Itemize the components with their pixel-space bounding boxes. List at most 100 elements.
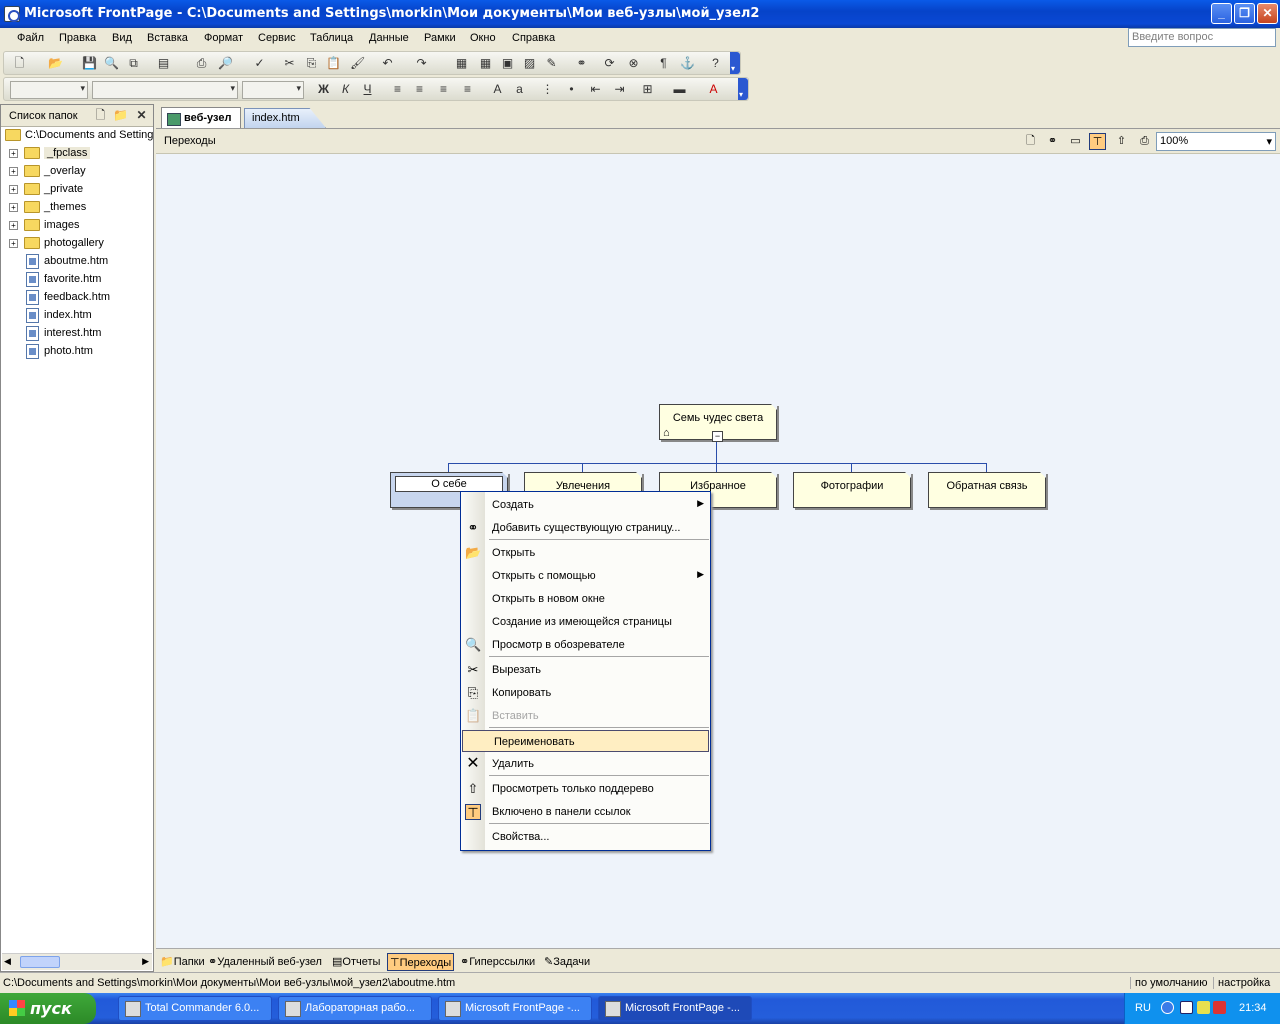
tree-item-photogallery[interactable]: + photogallery	[3, 235, 153, 253]
scroll-left-icon[interactable]: ◀	[4, 956, 11, 967]
nav-node-label[interactable]: О себе	[395, 476, 503, 492]
minimize-button[interactable]: _	[1211, 3, 1232, 24]
tray-antivirus-icon[interactable]	[1213, 1001, 1226, 1014]
tree-item-private[interactable]: + _private	[3, 181, 153, 199]
bold-icon[interactable]: Ж	[316, 82, 331, 97]
link-bar-icon[interactable]: ▭	[1067, 133, 1084, 150]
add-existing-page-icon[interactable]: ⚭	[1044, 133, 1061, 150]
context-menu-item-4[interactable]: Открыть в новом окне	[461, 588, 710, 610]
print-icon[interactable]: ⎙	[194, 56, 209, 71]
task-lab-work[interactable]: Лабораторная рабо...	[278, 996, 432, 1021]
tree-item-favorite-htm[interactable]: favorite.htm	[3, 271, 153, 289]
menu-format[interactable]: Формат	[204, 32, 243, 44]
tree-item-aboutme-htm[interactable]: aboutme.htm	[3, 253, 153, 271]
view-tab-hyperlinks[interactable]: ⚭Гиперссылки	[458, 953, 537, 971]
show-all-icon[interactable]: ¶	[656, 56, 671, 71]
expand-icon[interactable]: +	[9, 167, 18, 176]
context-menu-item-8[interactable]: ⎘ Копировать	[461, 682, 710, 704]
new-top-page-icon[interactable]: 🗋	[1022, 133, 1039, 150]
nav-node-feedback[interactable]: Обратная связь	[928, 472, 1046, 508]
view-tab-navigation[interactable]: ⊤Переходы	[387, 953, 455, 971]
context-menu-item-7[interactable]: ✂ Вырезать	[461, 659, 710, 681]
menu-view[interactable]: Вид	[112, 32, 132, 44]
start-button[interactable]: пуск	[0, 993, 96, 1024]
context-menu-item-11[interactable]: ✕ Удалить	[461, 753, 710, 775]
insert-picture-icon[interactable]: ▨	[522, 56, 537, 71]
format-painter-icon[interactable]: 🖌	[350, 56, 365, 71]
undo-icon[interactable]: ↶	[380, 56, 395, 71]
italic-icon[interactable]: К	[338, 82, 353, 97]
open-icon[interactable]: 📂	[48, 56, 63, 71]
nav-node-photos[interactable]: Фотографии	[793, 472, 911, 508]
web-component-icon[interactable]: ▦	[454, 56, 469, 71]
view-tab-remote[interactable]: ⚭Удаленный веб-узел	[206, 953, 324, 971]
tray-back-icon[interactable]	[1161, 1001, 1174, 1014]
menu-help[interactable]: Справка	[512, 32, 555, 44]
frontpage-app-icon[interactable]	[4, 6, 20, 22]
font-color-icon[interactable]: A	[706, 82, 721, 97]
task-frontpage-2[interactable]: Microsoft FrontPage -...	[598, 996, 752, 1021]
tree-item-overlay[interactable]: + _overlay	[3, 163, 153, 181]
menu-insert[interactable]: Вставка	[147, 32, 188, 44]
maximize-button[interactable]: ❐	[1234, 3, 1255, 24]
align-center-icon[interactable]: ≡	[412, 82, 427, 97]
search-icon[interactable]: 🔍	[104, 56, 119, 71]
save-icon[interactable]: 💾	[82, 56, 97, 71]
increase-indent-icon[interactable]: ⇥	[612, 82, 627, 97]
numbering-icon[interactable]: ⋮	[540, 82, 555, 97]
bullets-icon[interactable]: •	[564, 82, 579, 97]
expand-icon[interactable]: +	[9, 239, 18, 248]
justify-icon[interactable]: ≡	[460, 82, 475, 97]
tree-item-interest-htm[interactable]: interest.htm	[3, 325, 153, 343]
tree-item-photo-htm[interactable]: photo.htm	[3, 343, 153, 361]
new-folder-icon[interactable]: 📁	[113, 108, 128, 123]
tree-item-themes[interactable]: + _themes	[3, 199, 153, 217]
context-menu-item-14[interactable]: Свойства...	[461, 826, 710, 848]
insert-table-icon[interactable]: ▦	[478, 56, 493, 71]
menu-edit[interactable]: Правка	[59, 32, 96, 44]
toolbar-options-handle-2[interactable]	[738, 78, 748, 100]
paste-icon[interactable]: 📋	[326, 56, 341, 71]
expand-icon[interactable]: +	[9, 149, 18, 158]
drawing-icon[interactable]: ✎	[544, 56, 559, 71]
menu-data[interactable]: Данные	[369, 32, 409, 44]
expand-icon[interactable]: +	[9, 221, 18, 230]
task-frontpage-1[interactable]: Microsoft FrontPage -...	[438, 996, 592, 1021]
portrait-view-icon[interactable]: ⊤	[1089, 133, 1106, 150]
print-nav-icon[interactable]: ⎙	[1136, 133, 1153, 150]
insert-layer-icon[interactable]: ▣	[500, 56, 515, 71]
view-tab-tasks[interactable]: ✎Задачи	[542, 953, 592, 971]
menu-table[interactable]: Таблица	[310, 32, 353, 44]
menu-tools[interactable]: Сервис	[258, 32, 296, 44]
tree-item-images[interactable]: + images	[3, 217, 153, 235]
tray-network-icon[interactable]	[1197, 1001, 1210, 1014]
print-preview-icon[interactable]: 🔎	[218, 56, 233, 71]
decrease-indent-icon[interactable]: ⇤	[588, 82, 603, 97]
context-menu-item-13[interactable]: ⊤ Включено в панели ссылок	[461, 801, 710, 823]
cut-icon[interactable]: ✂	[282, 56, 297, 71]
tree-item-feedback-htm[interactable]: feedback.htm	[3, 289, 153, 307]
stop-icon[interactable]: ⊗	[626, 56, 641, 71]
context-menu-item-0[interactable]: Создать ▶	[461, 494, 710, 516]
collapse-icon[interactable]: −	[712, 431, 723, 442]
font-combo[interactable]	[92, 81, 238, 99]
view-tab-reports[interactable]: ▤Отчеты	[330, 953, 382, 971]
expand-icon[interactable]: +	[9, 185, 18, 194]
menu-window[interactable]: Окно	[470, 32, 496, 44]
copy-icon[interactable]: ⎘	[304, 56, 319, 71]
menu-frames[interactable]: Рамки	[424, 32, 456, 44]
increase-font-icon[interactable]: A	[490, 82, 505, 97]
refresh-icon[interactable]: ⟳	[602, 56, 617, 71]
tab-web-site[interactable]: веб-узел	[161, 107, 241, 129]
anchor-icon[interactable]: ⚓	[680, 56, 695, 71]
toggle-pane-icon[interactable]: ▤	[156, 56, 171, 71]
underline-icon[interactable]: Ч	[360, 82, 375, 97]
close-button[interactable]: ✕	[1257, 3, 1278, 24]
size-combo[interactable]	[242, 81, 304, 99]
hyperlink-icon[interactable]: ⚭	[574, 56, 589, 71]
spelling-icon[interactable]: ✓	[252, 56, 267, 71]
context-menu-item-5[interactable]: Создание из имеющейся страницы	[461, 611, 710, 633]
tree-root[interactable]: C:\Documents and Setting	[3, 127, 153, 145]
tree-item-fpclass[interactable]: + _fpclass	[3, 145, 153, 163]
new-page-icon[interactable]: 🗋	[93, 108, 108, 123]
